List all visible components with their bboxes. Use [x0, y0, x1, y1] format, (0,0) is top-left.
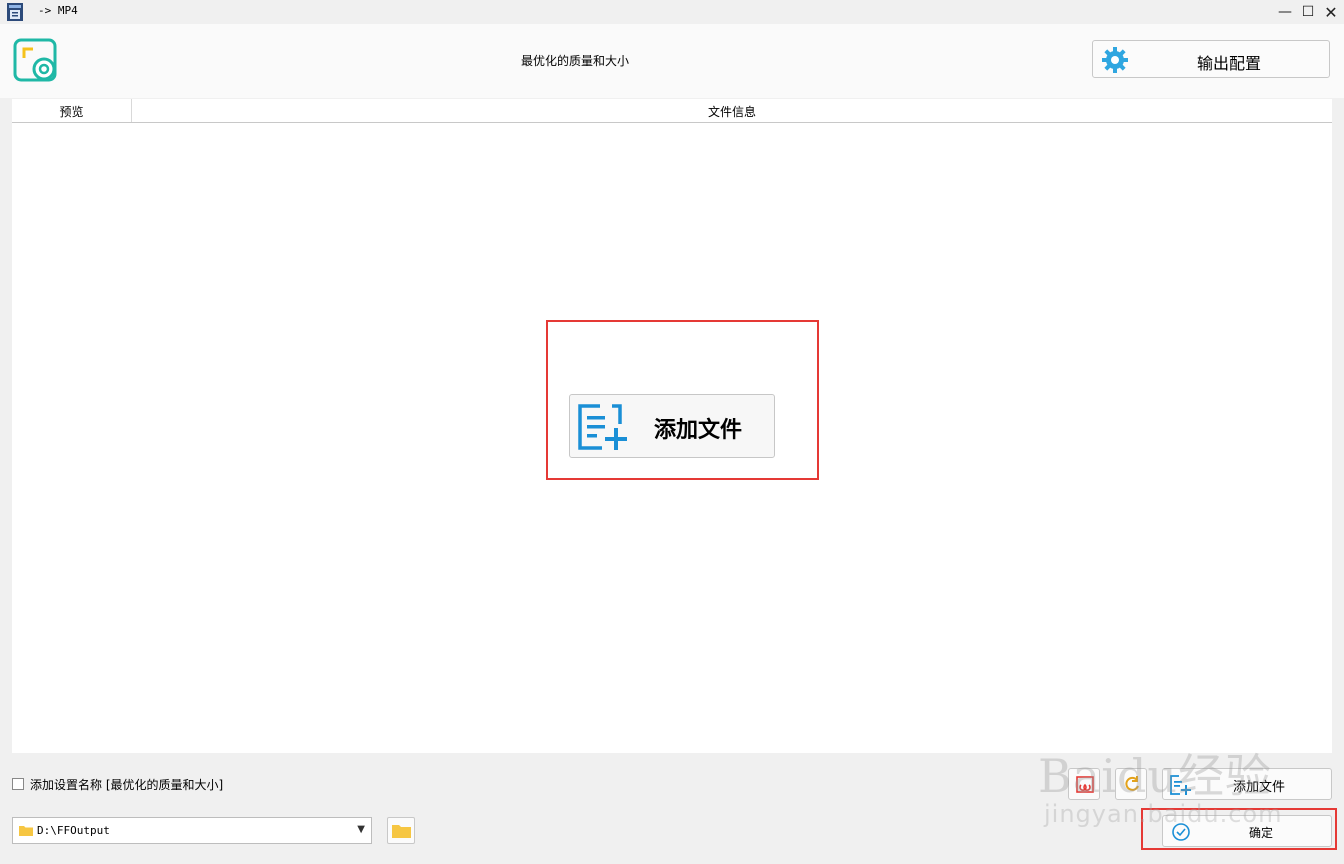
refresh-button[interactable]: [1115, 768, 1147, 800]
title-bar: -> MP4 — ☐ ✕: [0, 0, 1344, 24]
add-file-button-large[interactable]: 添加文件: [569, 394, 775, 458]
column-headers: 预览 文件信息: [12, 99, 1332, 123]
output-config-label: 输出配置: [1196, 54, 1261, 73]
chevron-down-icon: ▼: [357, 824, 365, 835]
add-setting-name-checkbox[interactable]: [12, 778, 24, 790]
clear-list-icon: [1076, 776, 1094, 793]
minimize-button[interactable]: —: [1274, 2, 1296, 22]
add-file-label: 添加文件: [1233, 780, 1286, 795]
minimize-icon: —: [1278, 4, 1292, 20]
app-icon: [7, 3, 23, 21]
add-file-icon: [1170, 775, 1191, 795]
clear-list-button[interactable]: [1068, 768, 1100, 800]
output-config-button[interactable]: 输出配置: [1092, 40, 1330, 78]
close-button[interactable]: ✕: [1320, 2, 1342, 22]
browse-folder-button[interactable]: [387, 817, 415, 844]
column-header-preview[interactable]: 预览: [12, 103, 131, 120]
output-path-select[interactable]: D:\FFOutput ▼: [12, 817, 372, 844]
maximize-button[interactable]: ☐: [1297, 2, 1319, 22]
add-file-icon: [578, 404, 627, 450]
column-header-file-info[interactable]: 文件信息: [132, 103, 1332, 120]
add-file-label: 添加文件: [654, 417, 743, 443]
output-path-value: D:\FFOutput: [37, 824, 110, 837]
gear-icon: [1102, 47, 1128, 73]
file-list-panel[interactable]: 预览 文件信息 添加文件: [12, 99, 1332, 753]
open-folder-icon: [392, 825, 411, 838]
add-setting-name-label[interactable]: 添加设置名称 [最优化的质量和大小]: [30, 776, 223, 793]
folder-icon: [19, 826, 33, 836]
profile-title: 最优化的质量和大小: [520, 54, 629, 68]
annotation-highlight-box: [1141, 808, 1337, 850]
add-file-button[interactable]: 添加文件: [1162, 768, 1332, 800]
header: 最优化的质量和大小 输出配置: [0, 24, 1344, 98]
maximize-icon: ☐: [1301, 4, 1315, 20]
close-icon: ✕: [1324, 2, 1338, 22]
refresh-icon: [1125, 776, 1139, 791]
window-title: -> MP4: [38, 4, 78, 17]
